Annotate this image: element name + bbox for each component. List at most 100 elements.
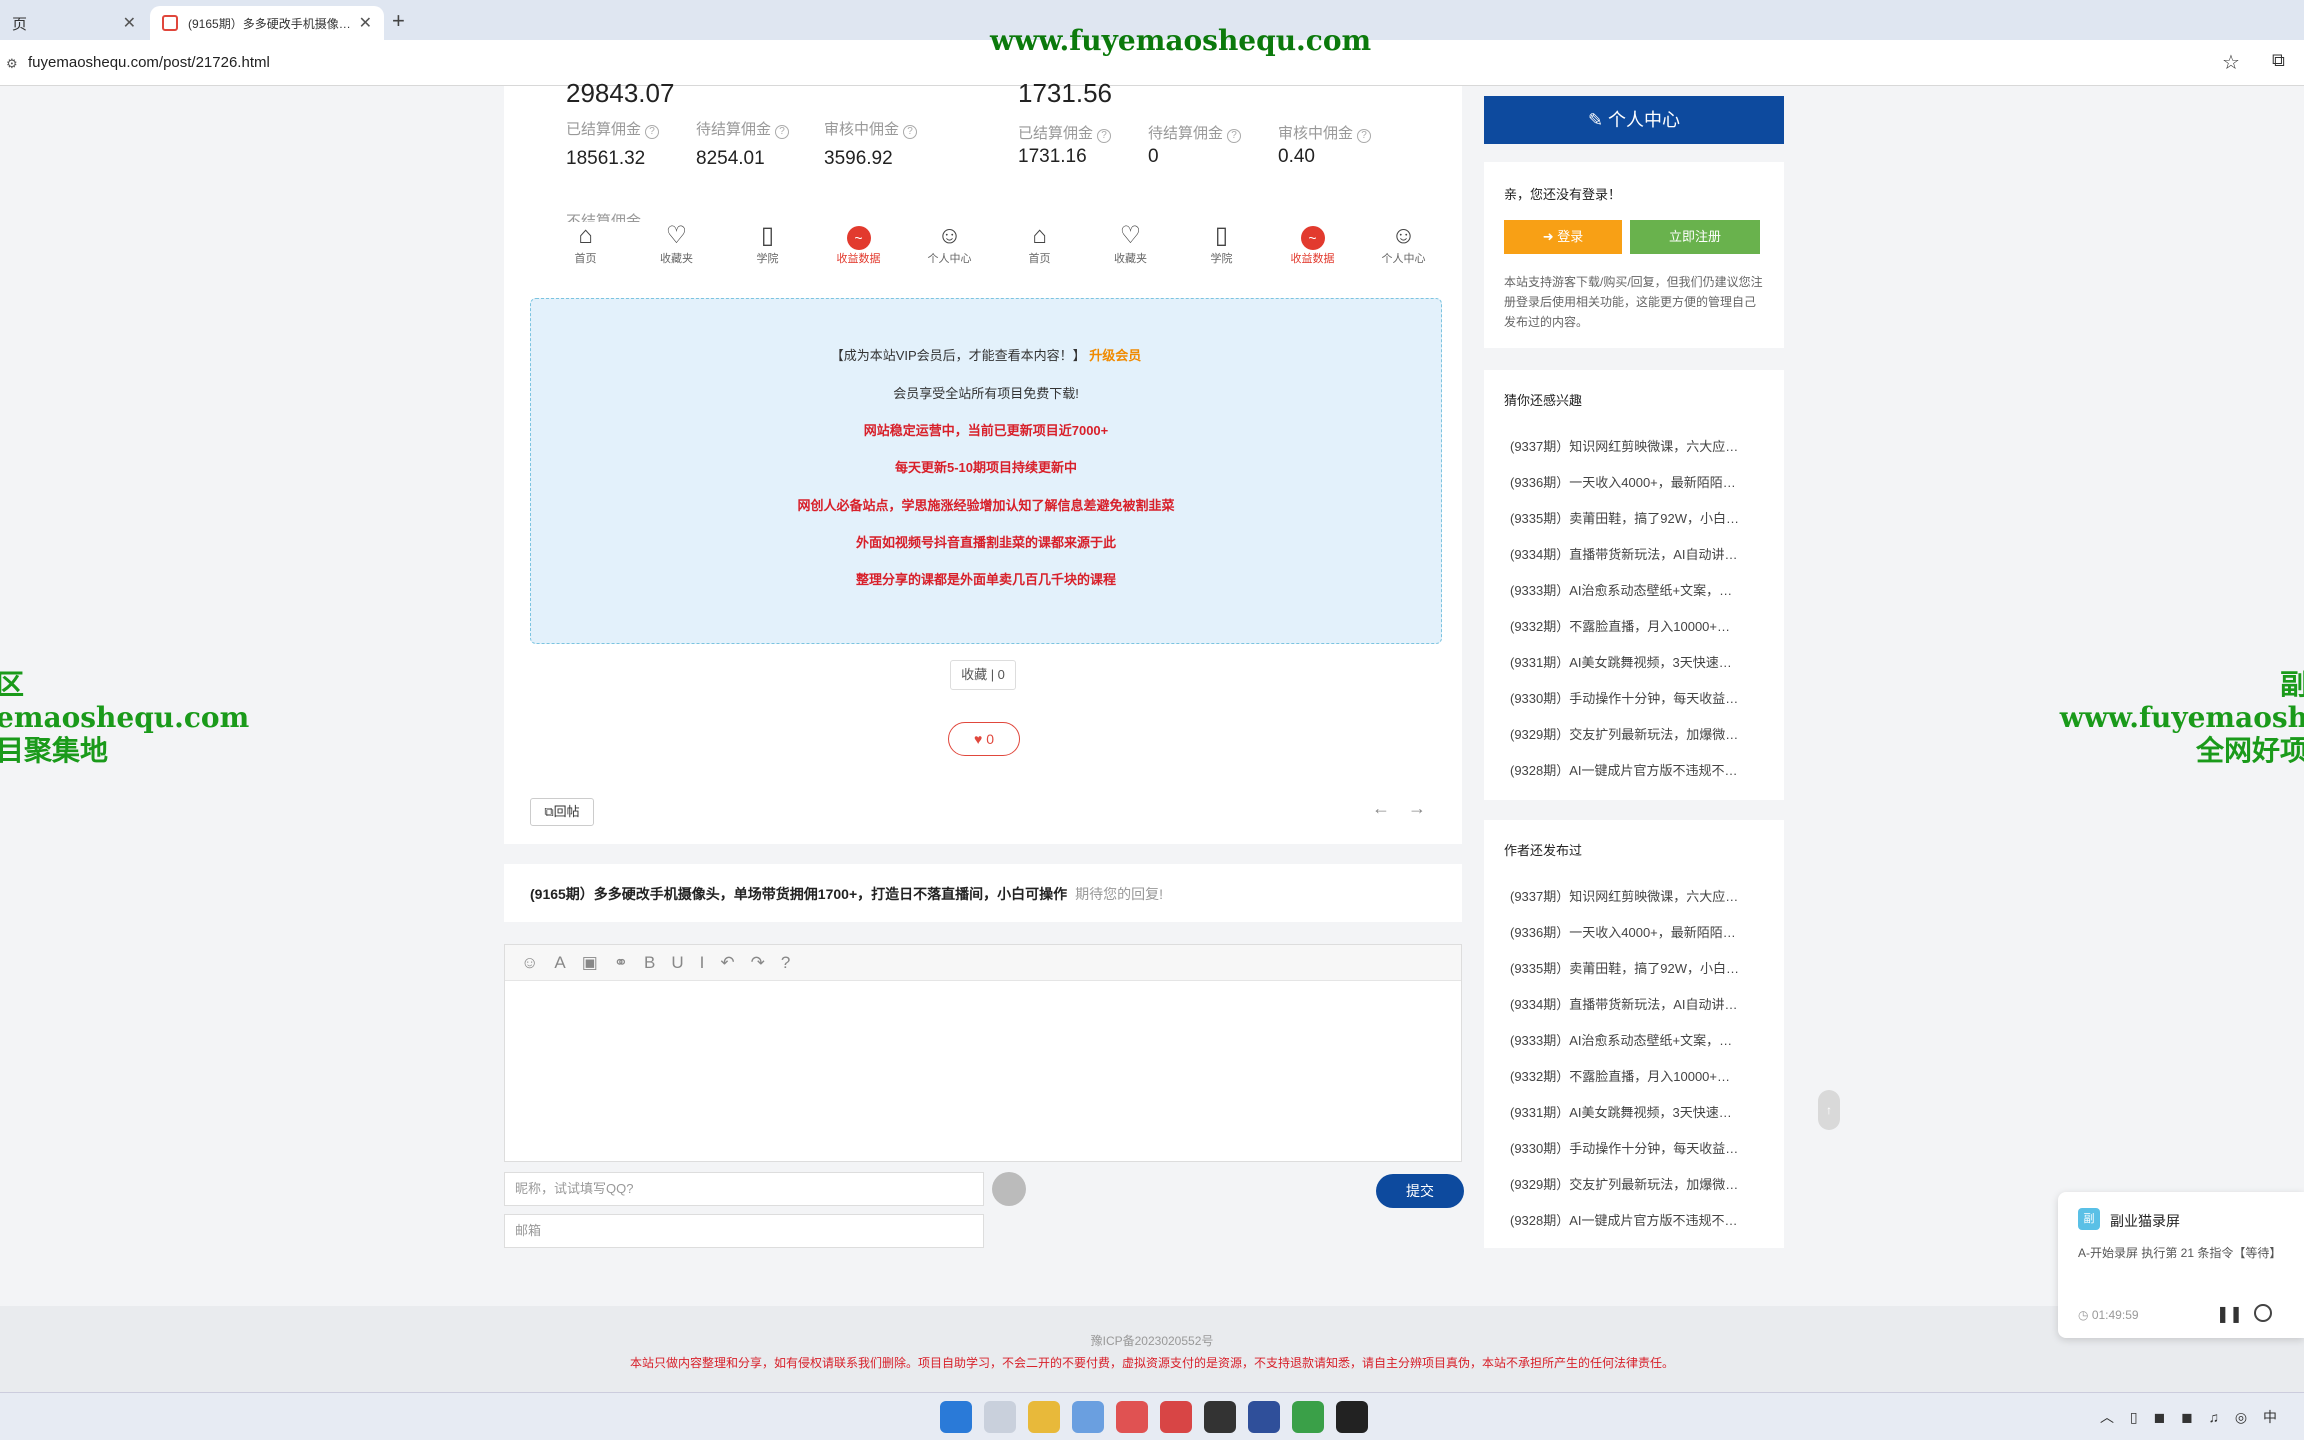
register-button[interactable]: 立即注册 — [1630, 220, 1760, 254]
help-icon: ? — [1227, 129, 1242, 143]
app-icon[interactable] — [1248, 1401, 1280, 1433]
book-icon: ▯ — [1214, 222, 1229, 249]
list-item[interactable]: (9335期）卖莆田鞋，搞了92W，小白… — [1510, 508, 1739, 527]
post-pager: ←→ — [1372, 798, 1444, 819]
folder-icon[interactable] — [1028, 1401, 1060, 1433]
list-item[interactable]: (9334期）直播带货新玩法，AI自动讲… — [1510, 544, 1738, 563]
list-item[interactable]: (9333期）AI治愈系动态壁纸+文案，… — [1510, 580, 1732, 599]
close-icon[interactable]: ✕ — [123, 13, 136, 33]
list-item[interactable]: (9328期）AI一键成片官方版不违规不… — [1510, 1210, 1738, 1229]
site-footer: 豫ICP备2023020552号 本站只做内容整理和分享，如有侵权请联系我们删除… — [0, 1306, 2304, 1392]
list-item[interactable]: (9333期）AI治愈系动态壁纸+文案，… — [1510, 1030, 1732, 1049]
guess-card: 猜你还感兴趣 (9337期）知识网红剪映微课，六大应… (9336期）一天收入4… — [1484, 370, 1784, 800]
list-item[interactable]: (9336期）一天收入4000+，最新陌陌… — [1510, 922, 1736, 941]
site-info-icon[interactable]: ⚙ — [6, 56, 18, 72]
list-item[interactable]: (9336期）一天收入4000+，最新陌陌… — [1510, 472, 1736, 491]
list-item[interactable]: (9329期）交友扩列最新玩法，加爆微… — [1510, 1174, 1738, 1193]
heart-icon: ♡ — [665, 222, 688, 249]
help-icon[interactable]: ? — [781, 953, 790, 973]
app-icon[interactable] — [1160, 1401, 1192, 1433]
nav-favorites: ♡ 收藏夹 — [1085, 222, 1176, 266]
tab-title: 页 — [12, 15, 28, 33]
watermark-right: 副 www.fuyemaosh 全网好项 — [2059, 668, 2304, 767]
tray-icons[interactable]: ︿ ▯ ◼ ◼ ♫ ◎ — [2100, 1409, 2253, 1425]
login-card: 亲，您还没有登录！ ➜ 登录 立即注册 本站支持游客下载/购买/回复，但我们仍建… — [1484, 162, 1784, 348]
collect-button[interactable]: 收藏 | 0 — [950, 660, 1016, 690]
comment-editor[interactable]: ☺ A ▣ ⚭ B U I ↶ ↷ ? — [504, 944, 1462, 1162]
submit-button[interactable]: 提交 — [1376, 1174, 1464, 1208]
pause-icon[interactable]: ❚❚ — [2216, 1304, 2243, 1324]
italic-icon[interactable]: I — [700, 953, 705, 973]
tab-home[interactable]: 页 ✕ — [0, 6, 148, 40]
bold-icon[interactable]: B — [644, 953, 655, 973]
ime-indicator[interactable]: 中 — [2263, 1409, 2283, 1425]
stat-total: 1731.56 — [1018, 78, 1112, 108]
stat-label: 已结算佣金? — [566, 118, 660, 139]
emoji-icon[interactable]: ☺ — [521, 953, 538, 973]
stop-icon[interactable] — [2254, 1304, 2272, 1322]
login-desc: 本站支持游客下载/购买/回复，但我们仍建议您注册登录后使用相关功能，这能更方便的… — [1504, 275, 1763, 329]
recorder-icon[interactable] — [1336, 1401, 1368, 1433]
list-item[interactable]: (9332期）不露脸直播，月入10000+… — [1510, 616, 1730, 635]
undo-icon[interactable]: ↶ — [720, 953, 734, 973]
app-icon[interactable] — [1116, 1401, 1148, 1433]
search-icon[interactable] — [984, 1401, 1016, 1433]
chrome-icon[interactable] — [1292, 1401, 1324, 1433]
image-icon[interactable]: ▣ — [582, 953, 598, 973]
tab-active[interactable]: (9165期）多多硬改手机摄像… ✕ — [150, 6, 384, 40]
nav-home: ⌂ 首页 — [994, 222, 1085, 266]
list-item[interactable]: (9330期）手动操作十分钟，每天收益… — [1510, 688, 1738, 707]
list-item[interactable]: (9328期）AI一键成片官方版不违规不… — [1510, 760, 1738, 779]
list-item[interactable]: (9337期）知识网红剪映微课，六大应… — [1510, 436, 1738, 455]
tab-title: (9165期）多多硬改手机摄像… — [188, 16, 351, 31]
app-nav-left: ⌂ 首页 ♡ 收藏夹 ▯ 学院 ~ 收益数据 ☺ 个人中心 — [540, 222, 995, 266]
stat-value: 0.40 — [1278, 146, 1315, 167]
redo-icon[interactable]: ↷ — [751, 953, 765, 973]
like-button[interactable]: ♥ 0 — [948, 722, 1020, 756]
email-input[interactable]: 邮箱 — [504, 1214, 984, 1248]
stat-label: 待结算佣金? — [696, 118, 790, 139]
list-item[interactable]: (9335期）卖莆田鞋，搞了92W，小白… — [1510, 958, 1739, 977]
list-item[interactable]: (9337期）知识网红剪映微课，六大应… — [1510, 886, 1738, 905]
url-text[interactable]: fuyemaoshequ.com/post/21726.html — [28, 54, 270, 71]
underline-icon[interactable]: U — [671, 953, 683, 973]
like-count: 0 — [986, 731, 994, 747]
disclaimer: 本站只做内容整理和分享，如有侵权请联系我们删除。项目自助学习，不会二开的不要付费… — [629, 1356, 1674, 1370]
clock-icon: ◷ — [2078, 1308, 2089, 1322]
app-icon[interactable] — [1072, 1401, 1104, 1433]
scroll-top-button[interactable]: ↑ — [1818, 1090, 1840, 1130]
start-icon[interactable] — [940, 1401, 972, 1433]
next-arrow-icon[interactable]: → — [1408, 798, 1444, 818]
list-item[interactable]: (9330期）手动操作十分钟，每天收益… — [1510, 1138, 1738, 1157]
book-icon: ▯ — [760, 222, 775, 249]
list-item[interactable]: (9334期）直播带货新玩法，AI自动讲… — [1510, 994, 1738, 1013]
recorder-popup: 副 副业猫录屏 A-开始录屏 执行第 21 条指令【等待】 ◷ 01:49:59… — [2058, 1192, 2304, 1338]
stat-value: 8254.01 — [696, 148, 765, 169]
bookmark-star-icon[interactable]: ☆ — [2222, 50, 2240, 75]
author-title: 作者还发布过 — [1504, 843, 1583, 858]
login-button[interactable]: ➜ 登录 — [1504, 220, 1622, 254]
stat-label: 已结算佣金? — [1018, 122, 1112, 143]
list-item[interactable]: (9331期）AI美女跳舞视频，3天快速… — [1510, 1102, 1732, 1121]
new-tab-icon[interactable]: + — [392, 8, 405, 34]
taskbar-apps — [940, 1401, 1380, 1433]
prev-arrow-icon[interactable]: ← — [1372, 798, 1408, 818]
reply-button[interactable]: ⧉回帖 — [530, 798, 594, 826]
taskbar: ︿ ▯ ◼ ◼ ♫ ◎ 中 — [0, 1392, 2304, 1440]
qq-icon[interactable] — [1204, 1401, 1236, 1433]
list-item[interactable]: (9331期）AI美女跳舞视频，3天快速… — [1510, 652, 1732, 671]
help-icon: ? — [645, 125, 660, 139]
nickname-input[interactable]: 昵称，试试填写QQ? — [504, 1172, 984, 1206]
extensions-icon[interactable]: ⧉ — [2272, 50, 2285, 71]
nav-favorites: ♡ 收藏夹 — [631, 222, 722, 266]
upgrade-member-link[interactable]: 升级会员 — [1089, 348, 1141, 363]
close-icon[interactable]: ✕ — [359, 13, 372, 33]
nav-academy: ▯ 学院 — [722, 222, 813, 266]
icp-link[interactable]: 豫ICP备2023020552号 — [0, 1332, 2304, 1349]
list-item[interactable]: (9332期）不露脸直播，月入10000+… — [1510, 1066, 1730, 1085]
list-item[interactable]: (9329期）交友扩列最新玩法，加爆微… — [1510, 724, 1738, 743]
font-icon[interactable]: A — [554, 953, 565, 973]
link-icon[interactable]: ⚭ — [614, 953, 628, 973]
stat-value: 3596.92 — [824, 148, 893, 169]
user-center-button[interactable]: ✎ 个人中心 — [1484, 96, 1784, 144]
